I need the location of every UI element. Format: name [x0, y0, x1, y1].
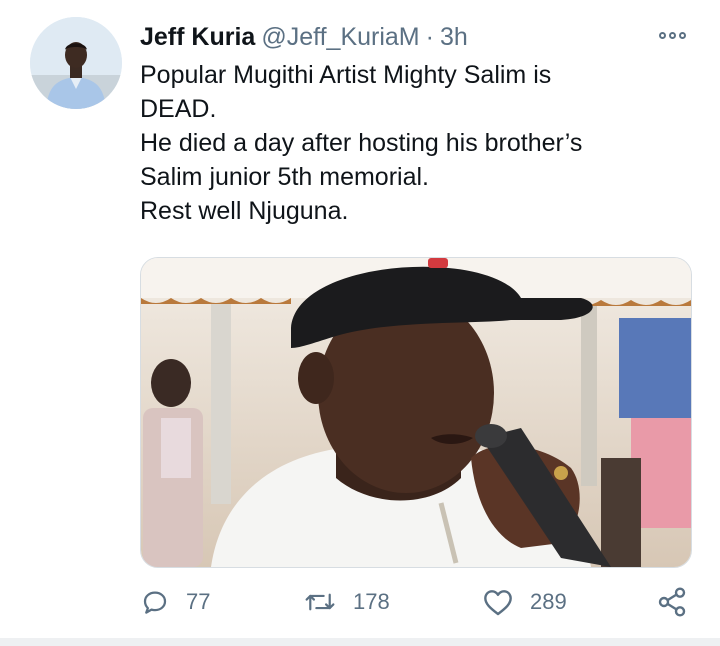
retweet-count: 178 — [353, 589, 390, 614]
more-options-icon[interactable] — [652, 22, 692, 48]
retweet-button[interactable]: 178 — [303, 584, 390, 620]
divider — [0, 638, 720, 646]
reply-button[interactable]: 77 — [140, 584, 210, 620]
avatar[interactable] — [30, 17, 122, 109]
tweet-header: Jeff Kuria @Jeff_KuriaM · 3h — [140, 20, 468, 54]
tweet-actions: 77 178 289 — [140, 584, 700, 620]
tweet[interactable]: Jeff Kuria @Jeff_KuriaM · 3h Popular Mugith… — [0, 0, 720, 646]
separator-dot: · — [425, 23, 434, 51]
like-button[interactable]: 289 — [482, 584, 567, 620]
retweet-icon — [303, 587, 337, 617]
share-button[interactable] — [656, 584, 688, 620]
tweet-text-line: Rest well Njuguna. — [140, 197, 349, 225]
tweet-photo[interactable] — [140, 257, 692, 568]
reply-count: 77 — [186, 589, 211, 614]
timestamp[interactable]: 3h — [440, 23, 468, 51]
like-count: 289 — [530, 589, 567, 614]
tweet-text: Popular Mugithi Artist Mighty Salim is D… — [140, 58, 700, 228]
author-handle[interactable]: @Jeff_KuriaM — [261, 23, 419, 51]
tweet-text-line: He died a day after hosting his brother’… — [140, 129, 583, 157]
tweet-text-line: Popular Mugithi Artist Mighty Salim is — [140, 61, 552, 89]
tweet-text-line: Salim junior 5th memorial. — [140, 163, 429, 191]
reply-icon — [140, 587, 170, 617]
heart-icon — [482, 587, 514, 617]
share-icon — [656, 586, 688, 618]
author-name[interactable]: Jeff Kuria — [140, 23, 255, 51]
tweet-text-line: DEAD. — [140, 95, 217, 123]
